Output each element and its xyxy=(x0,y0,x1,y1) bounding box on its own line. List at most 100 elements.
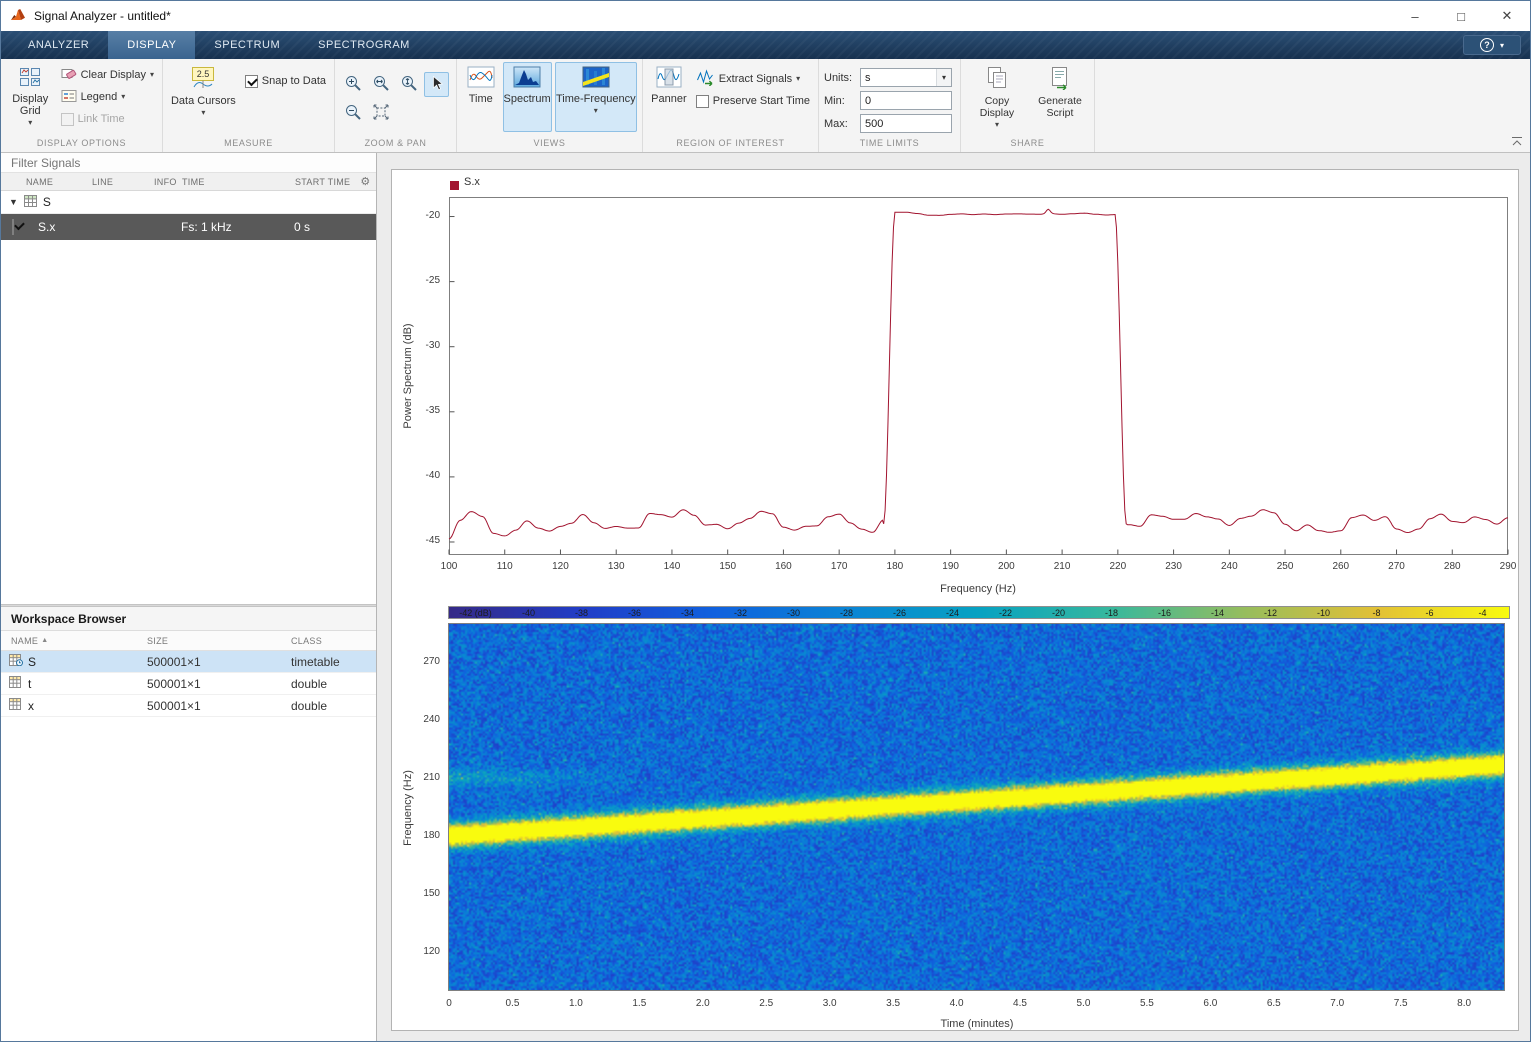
tick-label: 270 xyxy=(1388,561,1405,572)
colorbar-tick-label: -8 xyxy=(1372,608,1380,618)
pointer-button[interactable] xyxy=(424,72,449,97)
workspace-row[interactable]: t 500001×1 double xyxy=(1,673,376,695)
signal-checkbox[interactable] xyxy=(12,219,14,235)
tick-label: 260 xyxy=(1332,561,1349,572)
gear-icon[interactable]: ⚙ xyxy=(354,175,376,188)
zoom-out-button[interactable] xyxy=(340,101,365,126)
matlab-logo-icon xyxy=(10,8,26,25)
copy-display-label: Copy Display xyxy=(967,95,1027,119)
time-view-button[interactable]: Time xyxy=(462,62,500,132)
panner-label: Panner xyxy=(651,93,686,105)
help-button[interactable]: ? ▾ xyxy=(1463,35,1521,55)
chevron-down-icon: ▾ xyxy=(150,71,154,79)
colorbar-tick-label: -18 xyxy=(1105,608,1118,618)
colorbar-tick-label: -38 xyxy=(575,608,588,618)
tick-label: -30 xyxy=(426,340,440,351)
fit-to-view-button[interactable] xyxy=(368,101,393,126)
panner-button[interactable]: Panner xyxy=(648,62,690,132)
minimize-button[interactable]: – xyxy=(1392,1,1438,31)
copy-display-icon xyxy=(986,66,1008,93)
column-time[interactable]: TIME xyxy=(181,177,294,187)
help-icon: ? xyxy=(1480,38,1494,52)
workspace-row[interactable]: x 500001×1 double xyxy=(1,695,376,717)
extract-signals-button[interactable]: Extract Signals ▾ xyxy=(693,68,813,90)
preserve-start-time-checkbox[interactable]: Preserve Start Time xyxy=(693,90,813,112)
close-button[interactable]: ✕ xyxy=(1484,1,1530,31)
copy-display-button[interactable]: Copy Display ▾ xyxy=(966,62,1028,132)
tick-label: 180 xyxy=(887,561,904,572)
zoom-y-button[interactable] xyxy=(396,72,421,97)
colorbar-tick-label: -24 xyxy=(946,608,959,618)
column-class[interactable]: CLASS xyxy=(281,636,376,646)
tick-label: 7.5 xyxy=(1394,998,1408,1009)
tick-label: -25 xyxy=(426,275,440,286)
display-card[interactable]: S.x -42 (dB)-40-38-36-34-32-30-28-26-24-… xyxy=(391,169,1519,1031)
column-info[interactable]: INFO xyxy=(153,177,181,187)
max-input[interactable] xyxy=(860,114,952,133)
variable-class: double xyxy=(281,699,376,713)
tab-spectrogram[interactable]: SPECTROGRAM xyxy=(299,31,429,59)
tab-display[interactable]: DISPLAY xyxy=(108,31,195,59)
signal-group-icon xyxy=(24,195,37,210)
signal-table: NAME LINE INFO TIME START TIME ⚙ ▼ S S.x xyxy=(1,153,376,604)
column-size[interactable]: SIZE xyxy=(137,636,281,646)
spectrogram-plot[interactable] xyxy=(448,623,1505,991)
column-start-time[interactable]: START TIME xyxy=(294,177,354,187)
colorbar-tick-label: -42 (dB) xyxy=(459,608,492,618)
tick-label: 1.0 xyxy=(569,998,583,1009)
variable-name: t xyxy=(28,677,31,691)
clear-display-icon xyxy=(61,66,77,85)
tick-label: 270 xyxy=(423,656,440,667)
tick-label: -35 xyxy=(426,405,440,416)
filter-signals-input[interactable] xyxy=(1,156,376,170)
tick-label: 210 xyxy=(423,772,440,783)
tab-analyzer[interactable]: ANALYZER xyxy=(9,31,108,59)
chevron-down-icon: ▾ xyxy=(201,109,205,117)
tick-label: 170 xyxy=(831,561,848,572)
zoom-in-icon xyxy=(344,74,362,95)
expander-icon[interactable]: ▼ xyxy=(9,197,18,207)
signal-row[interactable]: S.x Fs: 1 kHz 0 s xyxy=(1,214,376,240)
signal-group-row[interactable]: ▼ S xyxy=(1,191,376,214)
generate-script-button[interactable]: Generate Script xyxy=(1031,62,1089,132)
min-input[interactable] xyxy=(860,91,952,110)
tab-label: SPECTRUM xyxy=(214,39,280,51)
tab-spectrum[interactable]: SPECTRUM xyxy=(195,31,299,59)
collapse-ribbon-icon xyxy=(1511,136,1523,147)
tick-label: 3.5 xyxy=(886,998,900,1009)
column-line[interactable]: LINE xyxy=(91,177,153,187)
time-frequency-view-button[interactable]: Time-Frequency ▾ xyxy=(555,62,637,132)
maximize-button[interactable]: □ xyxy=(1438,1,1484,31)
panner-icon xyxy=(656,66,682,91)
generate-script-icon xyxy=(1049,66,1071,93)
legend-label: Legend xyxy=(81,91,118,103)
data-cursors-button[interactable]: 2.5 Data Cursors ▾ xyxy=(168,62,239,132)
spectrum-ylabel: Power Spectrum (dB) xyxy=(402,323,414,428)
window-controls: – □ ✕ xyxy=(1392,1,1530,31)
workspace-row[interactable]: S 500001×1 timetable xyxy=(1,651,376,673)
variable-class: timetable xyxy=(281,655,376,669)
time-frequency-view-label: Time-Frequency xyxy=(556,93,636,105)
zoom-x-button[interactable] xyxy=(368,72,393,97)
link-time-checkbox: Link Time xyxy=(58,108,157,130)
column-name[interactable]: NAME▲ xyxy=(1,636,137,646)
legend-button[interactable]: Legend ▾ xyxy=(58,86,157,108)
clear-display-button[interactable]: Clear Display ▾ xyxy=(58,64,157,86)
section-label: MEASURE xyxy=(163,136,334,152)
close-icon: ✕ xyxy=(1502,8,1513,24)
tab-label: DISPLAY xyxy=(127,39,176,51)
section-views: Time Spectrum Time-Frequency ▾ VIEWS xyxy=(457,59,643,152)
collapse-ribbon-button[interactable] xyxy=(1511,136,1523,150)
snap-to-data-checkbox[interactable]: Snap to Data xyxy=(242,70,329,92)
units-select[interactable]: s ▾ xyxy=(860,68,952,87)
display-grid-button[interactable]: Display Grid ▾ xyxy=(6,62,55,132)
spectrum-view-button[interactable]: Spectrum xyxy=(503,62,552,132)
workspace-browser: Workspace Browser NAME▲ SIZE CLASS S 500… xyxy=(1,607,376,1041)
time-frequency-view-icon xyxy=(582,66,610,91)
chevron-down-icon: ▾ xyxy=(796,75,800,83)
matrix-icon xyxy=(9,676,23,691)
zoom-in-button[interactable] xyxy=(340,72,365,97)
tick-label: -45 xyxy=(426,535,440,546)
column-name[interactable]: NAME xyxy=(25,177,91,187)
checkbox-icon xyxy=(61,113,74,126)
